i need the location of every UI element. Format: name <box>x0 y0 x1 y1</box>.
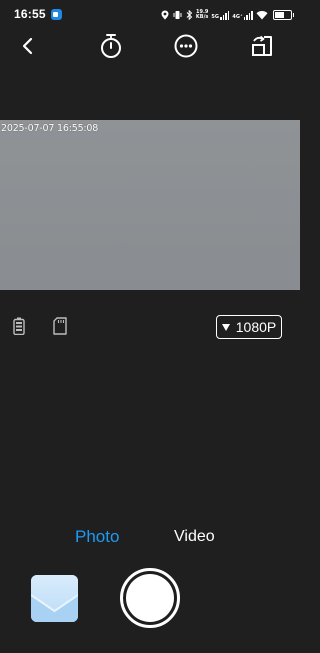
signal-icon <box>220 10 230 20</box>
battery-icon <box>273 10 294 20</box>
gallery-thumbnail[interactable] <box>31 575 78 622</box>
tab-video[interactable]: Video <box>174 527 215 547</box>
tab-photo[interactable]: Photo <box>75 527 119 547</box>
timer-icon <box>101 34 121 58</box>
back-button[interactable] <box>14 32 42 60</box>
network-speed-unit: KB/s <box>195 14 209 20</box>
more-button[interactable] <box>172 32 200 60</box>
device-battery-status <box>13 317 25 340</box>
bluetooth-icon <box>186 10 193 20</box>
back-icon <box>22 37 33 55</box>
shutter-button[interactable] <box>120 568 180 628</box>
vibrate-icon <box>173 11 182 19</box>
sim2-signal: 4G⁺ <box>232 10 253 20</box>
timer-button[interactable] <box>97 32 125 60</box>
status-time: 16:55 <box>14 7 46 21</box>
signal-icon <box>243 10 253 20</box>
dropdown-arrow-icon <box>221 324 230 331</box>
wifi-icon <box>256 11 268 20</box>
sim1-label: 5G <box>211 13 220 20</box>
sim1-signal: 5G <box>211 10 230 20</box>
more-icon <box>174 34 198 58</box>
sd-card-icon <box>53 317 67 335</box>
sd-card-status <box>53 317 67 340</box>
network-speed: 19.9 KB/s <box>196 10 209 20</box>
battery-vertical-icon <box>13 317 25 336</box>
status-bar: 16:55 19.9 KB/s 5G 4G⁺ <box>0 0 300 30</box>
resolution-selector[interactable]: 1080P <box>216 315 282 339</box>
location-icon <box>161 10 169 20</box>
resolution-label: 1080P <box>235 319 277 335</box>
preview-timestamp: 2025-07-07 16:55:08 <box>1 123 99 134</box>
gallery-image-icon <box>31 575 78 622</box>
sim2-label: 4G⁺ <box>232 13 243 20</box>
switch-camera-icon <box>252 35 272 56</box>
app-notification-icon <box>51 9 62 20</box>
camera-preview[interactable]: 2025-07-07 16:55:08 <box>0 120 300 290</box>
switch-camera-button[interactable] <box>248 32 276 60</box>
status-icons: 19.9 KB/s 5G 4G⁺ <box>161 5 294 25</box>
shutter-inner <box>126 574 174 622</box>
